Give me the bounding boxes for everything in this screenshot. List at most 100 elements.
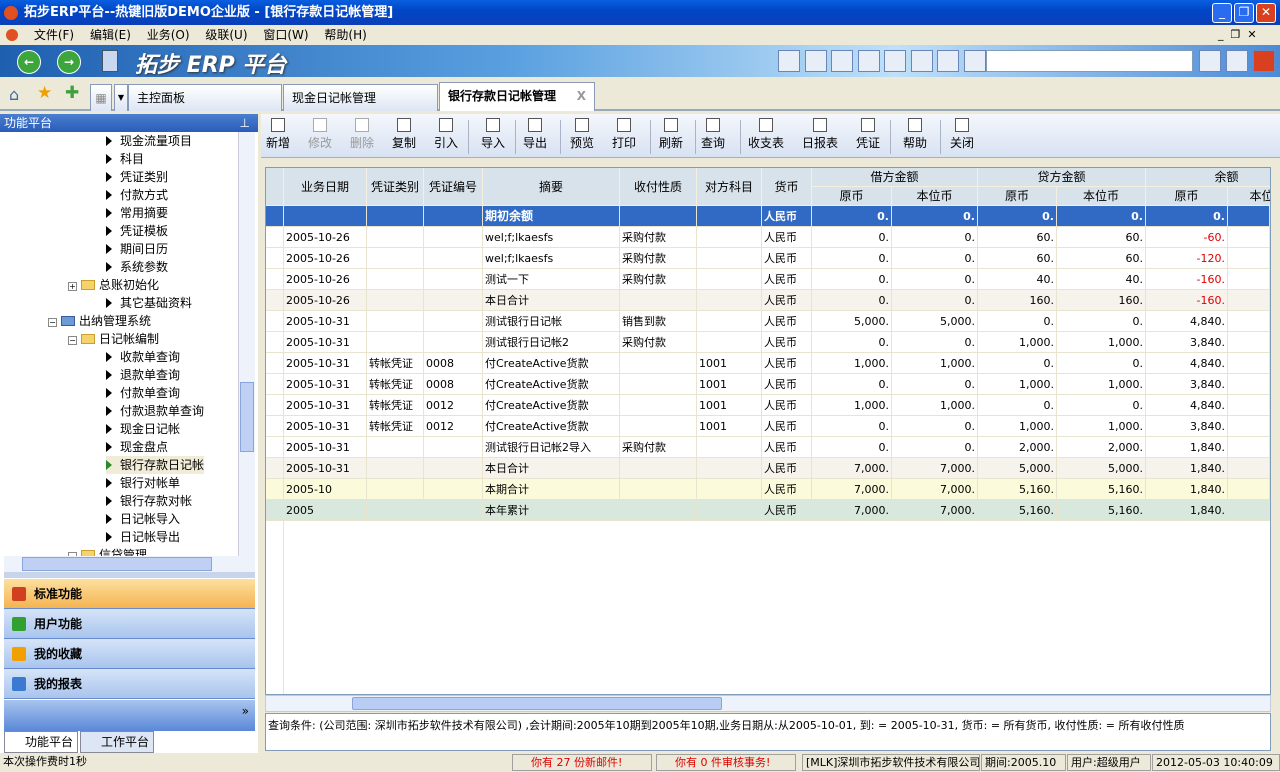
column-group-header[interactable]: 贷方金额 bbox=[978, 168, 1146, 187]
table-row[interactable]: 2005-10-26wel;f;lkaesfs采购付款人民币0.0.60.60.… bbox=[266, 248, 1270, 269]
tree-item[interactable]: 银行存款对帐 bbox=[106, 492, 192, 510]
tab-function-platform[interactable]: 功能平台 bbox=[4, 731, 78, 753]
tree-item[interactable]: 系统参数 bbox=[106, 258, 168, 276]
column-header[interactable]: 凭证编号 bbox=[424, 168, 483, 206]
tool-15[interactable]: 关闭 bbox=[944, 118, 980, 151]
nav-favorites[interactable]: 我的收藏 bbox=[4, 639, 255, 669]
tool-7[interactable]: 预览 bbox=[564, 118, 600, 151]
tree-item[interactable]: 付款退款单查询 bbox=[106, 402, 204, 420]
banner-search-input[interactable] bbox=[986, 50, 1193, 72]
tree-item[interactable]: 银行存款日记帐 bbox=[106, 456, 204, 474]
tool-11[interactable]: 收支表 bbox=[748, 118, 784, 151]
home-icon[interactable]: ⌂ bbox=[9, 85, 19, 104]
tree-item[interactable]: 现金日记帐 bbox=[106, 420, 180, 438]
table-row[interactable]: 2005-10-31测试银行日记帐2导入采购付款人民币0.0.2,000.2,0… bbox=[266, 437, 1270, 458]
column-header[interactable]: 原币 bbox=[978, 187, 1057, 206]
mdi-controls[interactable]: _ ❐ ✕ bbox=[1218, 28, 1257, 41]
exit-icon[interactable] bbox=[1253, 50, 1275, 72]
book-icon[interactable] bbox=[831, 50, 853, 72]
column-header[interactable]: 原币 bbox=[812, 187, 892, 206]
tree-item[interactable]: 常用摘要 bbox=[106, 204, 168, 222]
menu-business[interactable]: 业务(O) bbox=[147, 28, 190, 42]
tool-0[interactable]: 新增 bbox=[260, 118, 296, 151]
tree-item[interactable]: 银行对帐单 bbox=[106, 474, 180, 492]
close-button[interactable]: ✕ bbox=[1256, 3, 1276, 23]
column-group-header[interactable]: 借方金额 bbox=[812, 168, 978, 187]
tree-item[interactable]: 凭证类别 bbox=[106, 168, 168, 186]
tool-5[interactable]: 导入 bbox=[475, 118, 511, 151]
expand-toggle[interactable]: − bbox=[68, 336, 77, 345]
tab-list-dropdown[interactable]: ▼ bbox=[114, 84, 128, 111]
home-exit-icon[interactable] bbox=[1226, 50, 1248, 72]
tree-item[interactable]: 付款方式 bbox=[106, 186, 168, 204]
tree-item[interactable]: 日记帐导入 bbox=[106, 510, 180, 528]
back-icon[interactable]: ← bbox=[17, 50, 41, 74]
column-header[interactable]: 业务日期 bbox=[284, 168, 367, 206]
computer-icon[interactable] bbox=[102, 50, 118, 72]
tree-item[interactable]: 现金盘点 bbox=[106, 438, 168, 456]
tool-6[interactable]: 导出 bbox=[517, 118, 553, 151]
tree-item[interactable]: 科目 bbox=[106, 150, 144, 168]
go-icon[interactable] bbox=[1199, 50, 1221, 72]
expand-toggle[interactable]: − bbox=[48, 318, 57, 327]
tab-work-platform[interactable]: 工作平台 bbox=[80, 731, 154, 753]
tab-cash-journal[interactable]: 现金日记帐管理 bbox=[283, 84, 438, 111]
nav-user[interactable]: 用户功能 bbox=[4, 609, 255, 639]
tree-item[interactable]: 现金流量项目 bbox=[106, 132, 192, 150]
table-row[interactable]: 2005-10-31测试银行日记帐2采购付款人民币0.0.1,000.1,000… bbox=[266, 332, 1270, 353]
status-mail[interactable]: 你有 27 份新邮件! bbox=[512, 754, 652, 771]
column-header[interactable]: 摘要 bbox=[483, 168, 620, 206]
splitter[interactable] bbox=[4, 572, 255, 578]
minimize-button[interactable]: _ bbox=[1212, 3, 1232, 23]
add-favorite-icon[interactable]: ✚ bbox=[65, 83, 79, 103]
tool-14[interactable]: 帮助 bbox=[897, 118, 933, 151]
table-row[interactable]: 2005-10-26测试一下采购付款人民币0.0.40.40.-160. bbox=[266, 269, 1270, 290]
tool-12[interactable]: 日报表 bbox=[802, 118, 838, 151]
expand-toggle[interactable]: + bbox=[68, 282, 77, 291]
menu-help[interactable]: 帮助(H) bbox=[324, 28, 366, 42]
tool-10[interactable]: 查询 bbox=[695, 118, 731, 151]
forward-icon[interactable]: → bbox=[57, 50, 81, 74]
tree-horizontal-scrollbar[interactable] bbox=[4, 556, 255, 572]
column-header[interactable]: 对方科目 bbox=[697, 168, 762, 206]
column-header[interactable]: 本位币 bbox=[892, 187, 978, 206]
column-group-header[interactable]: 余额 bbox=[1146, 168, 1271, 187]
star-icon[interactable]: ★ bbox=[37, 83, 52, 103]
status-audit[interactable]: 你有 0 件审核事务! bbox=[656, 754, 796, 771]
folder-icon[interactable] bbox=[805, 50, 827, 72]
table-row[interactable]: 2005-10-31测试银行日记帐销售到款人民币5,000.5,000.0.0.… bbox=[266, 311, 1270, 332]
grid-view-icon[interactable]: ▦ bbox=[90, 84, 112, 111]
tree-item[interactable]: 其它基础资料 bbox=[106, 294, 192, 312]
table-row[interactable]: 2005本年累计人民币7,000.7,000.5,160.5,160.1,840… bbox=[266, 500, 1270, 521]
table-row[interactable]: 2005-10-26本日合计人民币0.0.160.160.-160. bbox=[266, 290, 1270, 311]
menu-file[interactable]: 文件(F) bbox=[34, 28, 74, 42]
pin-icon[interactable]: ⊥ bbox=[240, 114, 250, 132]
tool-1[interactable]: 修改 bbox=[302, 118, 338, 151]
table-row[interactable]: 2005-10-31转帐凭证0012付CreateActive货款1001人民币… bbox=[266, 416, 1270, 437]
tree-item[interactable]: 付款单查询 bbox=[106, 384, 180, 402]
tree-item[interactable]: 期间日历 bbox=[106, 240, 168, 258]
tree-vertical-scrollbar[interactable] bbox=[238, 132, 255, 556]
list-icon[interactable] bbox=[937, 50, 959, 72]
column-header[interactable]: 收付性质 bbox=[620, 168, 697, 206]
tool-4[interactable]: 引入 bbox=[428, 118, 464, 151]
table-row[interactable]: 2005-10-26wel;f;lkaesfs采购付款人民币0.0.60.60.… bbox=[266, 227, 1270, 248]
clock-icon[interactable] bbox=[964, 50, 986, 72]
tool-13[interactable]: 凭证 bbox=[850, 118, 886, 151]
column-header[interactable]: 货币 bbox=[762, 168, 812, 206]
column-header[interactable]: 本位币 bbox=[1057, 187, 1146, 206]
table-row[interactable]: 2005-10-31转帐凭证0008付CreateActive货款1001人民币… bbox=[266, 353, 1270, 374]
column-header[interactable]: 凭证类别 bbox=[367, 168, 424, 206]
app-menu-icon[interactable] bbox=[6, 29, 18, 41]
chart-icon[interactable] bbox=[884, 50, 906, 72]
tree-item[interactable]: 收款单查询 bbox=[106, 348, 180, 366]
nav-reports[interactable]: 我的报表 bbox=[4, 669, 255, 699]
nav-standard[interactable]: 标准功能 bbox=[4, 579, 255, 609]
scrollbar-thumb[interactable] bbox=[352, 697, 722, 710]
tool-3[interactable]: 复制 bbox=[386, 118, 422, 151]
tool-2[interactable]: 删除 bbox=[344, 118, 380, 151]
restore-button[interactable]: ❐ bbox=[1234, 3, 1254, 23]
menu-window[interactable]: 窗口(W) bbox=[263, 28, 308, 42]
tab-close-icon[interactable]: X bbox=[577, 83, 586, 109]
tree-item[interactable]: −出纳管理系统 bbox=[48, 312, 151, 330]
